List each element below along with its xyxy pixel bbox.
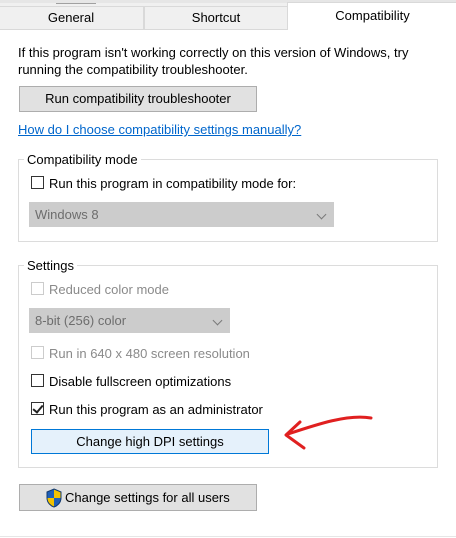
resolution-640-label: Run in 640 x 480 screen resolution [49, 346, 250, 361]
reduced-color-label: Reduced color mode [49, 282, 169, 297]
compatibility-mode-checkbox-label: Run this program in compatibility mode f… [49, 176, 297, 191]
chevron-down-icon [316, 209, 327, 220]
settings-group-label: Settings [24, 258, 77, 273]
tab-strip-notch [56, 0, 96, 4]
tab-strip: General Shortcut Compatibility [0, 0, 456, 30]
run-as-admin-checkbox[interactable] [31, 402, 44, 415]
reduced-color-checkbox [31, 282, 44, 295]
color-depth-dropdown: 8-bit (256) color [29, 308, 230, 333]
bottom-divider [0, 536, 456, 537]
fullscreen-optimizations-checkbox[interactable] [31, 374, 44, 387]
run-troubleshooter-button[interactable]: Run compatibility troubleshooter [19, 86, 257, 112]
compatibility-mode-group [18, 159, 438, 242]
uac-shield-icon [46, 488, 62, 508]
manual-settings-help-link[interactable]: How do I choose compatibility settings m… [18, 122, 301, 137]
fullscreen-optimizations-label: Disable fullscreen optimizations [49, 374, 232, 389]
chevron-down-icon [212, 315, 223, 326]
compatibility-os-selected: Windows 8 [35, 207, 99, 222]
compatibility-mode-checkbox[interactable] [31, 176, 44, 189]
change-high-dpi-button[interactable]: Change high DPI settings [31, 429, 269, 454]
tab-general[interactable]: General [0, 6, 144, 29]
run-as-admin-label: Run this program as an administrator [49, 402, 263, 417]
compatibility-properties-page: General Shortcut Compatibility If this p… [0, 0, 456, 538]
red-arrow-annotation-icon [284, 415, 373, 450]
color-depth-selected: 8-bit (256) color [35, 313, 127, 328]
tab-compatibility[interactable]: Compatibility [287, 2, 456, 30]
resolution-640-checkbox [31, 346, 44, 359]
change-settings-all-users-label: Change settings for all users [65, 490, 230, 505]
tab-shortcut[interactable]: Shortcut [144, 6, 288, 29]
intro-text: If this program isn't working correctly … [18, 45, 409, 77]
change-settings-all-users-button[interactable]: Change settings for all users [19, 484, 257, 511]
compatibility-mode-group-label: Compatibility mode [24, 152, 141, 167]
compatibility-os-dropdown: Windows 8 [29, 202, 334, 227]
